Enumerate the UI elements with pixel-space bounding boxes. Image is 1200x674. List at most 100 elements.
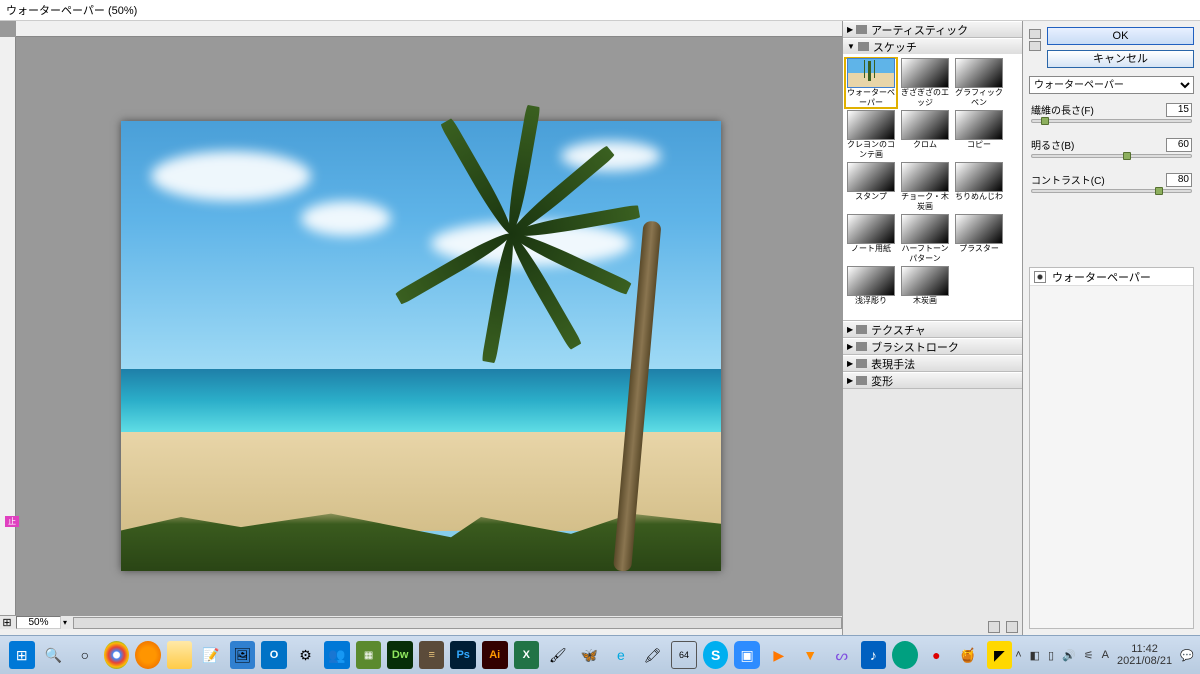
slider-thumb[interactable]: [1155, 187, 1163, 195]
photos-icon[interactable]: 🖼: [230, 641, 256, 669]
effect-layers: ウォーターペーパー: [1029, 267, 1194, 629]
app-icon-2[interactable]: ᔕ: [829, 641, 855, 669]
slider-2: コントラスト(C): [1031, 172, 1192, 193]
music-icon[interactable]: ♪: [861, 641, 887, 669]
filter-thumb-6[interactable]: スタンプ: [845, 162, 897, 212]
sublime-icon[interactable]: ≡: [419, 641, 445, 669]
canvas-viewport[interactable]: [16, 37, 842, 615]
filter-thumb-1[interactable]: ぎざぎざのエッジ: [899, 58, 951, 108]
slider-value-input[interactable]: [1166, 138, 1192, 152]
category-brush[interactable]: ▶ブラシストローク: [843, 338, 1022, 354]
thumb-label: 木炭画: [899, 296, 951, 316]
filter-thumb-8[interactable]: ちりめんじわ: [953, 162, 1005, 212]
filter-thumb-2[interactable]: グラフィックペン: [953, 58, 1005, 108]
slider-track[interactable]: [1031, 154, 1192, 158]
honey-icon[interactable]: 🍯: [955, 641, 981, 669]
filter-thumb-4[interactable]: クロム: [899, 110, 951, 160]
app-icon[interactable]: ▦: [356, 641, 382, 669]
filter-thumb-5[interactable]: コピー: [953, 110, 1005, 160]
slider-track[interactable]: [1031, 189, 1192, 193]
thumb-label: クレヨンのコンテ画: [845, 140, 897, 160]
zoom-out-button[interactable]: [1029, 41, 1041, 51]
thumb-preview: [901, 110, 949, 140]
visibility-icon[interactable]: [1034, 271, 1046, 283]
slider-thumb[interactable]: [1123, 152, 1131, 160]
wifi-icon[interactable]: ⚟: [1084, 649, 1094, 662]
obs-icon[interactable]: 64: [671, 641, 697, 669]
firefox-icon[interactable]: [135, 641, 161, 669]
thumb-preview: [901, 214, 949, 244]
butterfly-icon[interactable]: 🦋: [577, 641, 603, 669]
filter-select[interactable]: ウォーターペーパー: [1029, 76, 1194, 94]
category-express[interactable]: ▶表現手法: [843, 355, 1022, 371]
filter-thumb-10[interactable]: ハーフトーンパターン: [899, 214, 951, 264]
filter-thumb-3[interactable]: クレヨンのコンテ画: [845, 110, 897, 160]
skype-icon[interactable]: S: [703, 641, 729, 669]
zoom-icon[interactable]: ▣: [734, 641, 760, 669]
chevron-right-icon: ▶: [847, 376, 853, 385]
paint-icon[interactable]: 🖌: [545, 641, 571, 669]
effect-layer-row[interactable]: ウォーターペーパー: [1030, 268, 1193, 286]
scrollbar-horizontal[interactable]: [73, 617, 842, 629]
chevron-up-icon[interactable]: ˄: [1015, 649, 1021, 661]
brush-icon[interactable]: 🖍: [640, 641, 666, 669]
app-icon-3[interactable]: [892, 641, 918, 669]
slider-track[interactable]: [1031, 119, 1192, 123]
vlc-icon[interactable]: ▼: [797, 641, 823, 669]
filter-thumb-11[interactable]: プラスター: [953, 214, 1005, 264]
ok-button[interactable]: OK: [1047, 27, 1194, 45]
filter-thumb-7[interactable]: チョーク・木炭画: [899, 162, 951, 212]
stop-badge: 止: [5, 516, 19, 527]
tray-icon[interactable]: ◧: [1030, 649, 1040, 662]
category-sketch[interactable]: ▼ スケッチ: [843, 38, 1022, 54]
cancel-button[interactable]: キャンセル: [1047, 50, 1194, 68]
ime-icon[interactable]: A: [1102, 649, 1109, 661]
clock[interactable]: 11:42 2021/08/21: [1117, 643, 1172, 667]
cortana-icon[interactable]: ○: [72, 641, 98, 669]
slider-value-input[interactable]: [1166, 173, 1192, 187]
edge-icon[interactable]: e: [608, 641, 634, 669]
chrome-icon[interactable]: [104, 641, 130, 669]
search-icon[interactable]: 🔍: [41, 641, 67, 669]
explorer-icon[interactable]: [167, 641, 193, 669]
thumb-label: ハーフトーンパターン: [899, 244, 951, 264]
new-layer-icon[interactable]: [988, 621, 1000, 633]
thumb-label: ちりめんじわ: [953, 192, 1005, 212]
notifications-icon[interactable]: 💬: [1180, 649, 1194, 662]
photoshop-icon[interactable]: Ps: [450, 641, 476, 669]
notepad-icon[interactable]: 📝: [198, 641, 224, 669]
outlook-icon[interactable]: O: [261, 641, 287, 669]
settings-icon[interactable]: ⚙: [293, 641, 319, 669]
thumb-label: ぎざぎざのエッジ: [899, 88, 951, 108]
tray-icon[interactable]: ▯: [1048, 649, 1054, 662]
record-icon[interactable]: ●: [924, 641, 950, 669]
start-button[interactable]: ⊞: [9, 641, 35, 669]
volume-icon[interactable]: 🔊: [1062, 649, 1076, 662]
teams-icon[interactable]: 👥: [324, 641, 350, 669]
app-icon-4[interactable]: ◤: [987, 641, 1013, 669]
zoom-caret-icon[interactable]: ▾: [63, 618, 67, 627]
category-distort[interactable]: ▶変形: [843, 372, 1022, 388]
slider-thumb[interactable]: [1041, 117, 1049, 125]
filter-thumb-9[interactable]: ノート用紙: [845, 214, 897, 264]
excel-icon[interactable]: X: [514, 641, 540, 669]
dreamweaver-icon[interactable]: Dw: [387, 641, 413, 669]
category-artistic[interactable]: ▶ アーティスティック: [843, 21, 1022, 37]
system-tray[interactable]: ˄ ◧ ▯ 🔊 ⚟ A 11:42 2021/08/21 💬: [1015, 643, 1194, 667]
media-icon[interactable]: ▶: [766, 641, 792, 669]
expand-icon[interactable]: ⊞: [0, 616, 14, 629]
zoom-level[interactable]: 50%: [16, 616, 61, 629]
filter-thumb-12[interactable]: 浅浮彫り: [845, 266, 897, 316]
trash-icon[interactable]: [1006, 621, 1018, 633]
thumb-preview: [847, 110, 895, 140]
thumb-preview: [955, 110, 1003, 140]
folder-icon: [856, 342, 867, 351]
slider-value-input[interactable]: [1166, 103, 1192, 117]
illustrator-icon[interactable]: Ai: [482, 641, 508, 669]
zoom-in-button[interactable]: [1029, 29, 1041, 39]
filter-thumb-0[interactable]: ウォーターペーパー: [845, 58, 897, 108]
preview-image: [121, 121, 721, 571]
thumb-preview: [847, 214, 895, 244]
filter-thumb-13[interactable]: 木炭画: [899, 266, 951, 316]
category-texture[interactable]: ▶テクスチャ: [843, 321, 1022, 337]
